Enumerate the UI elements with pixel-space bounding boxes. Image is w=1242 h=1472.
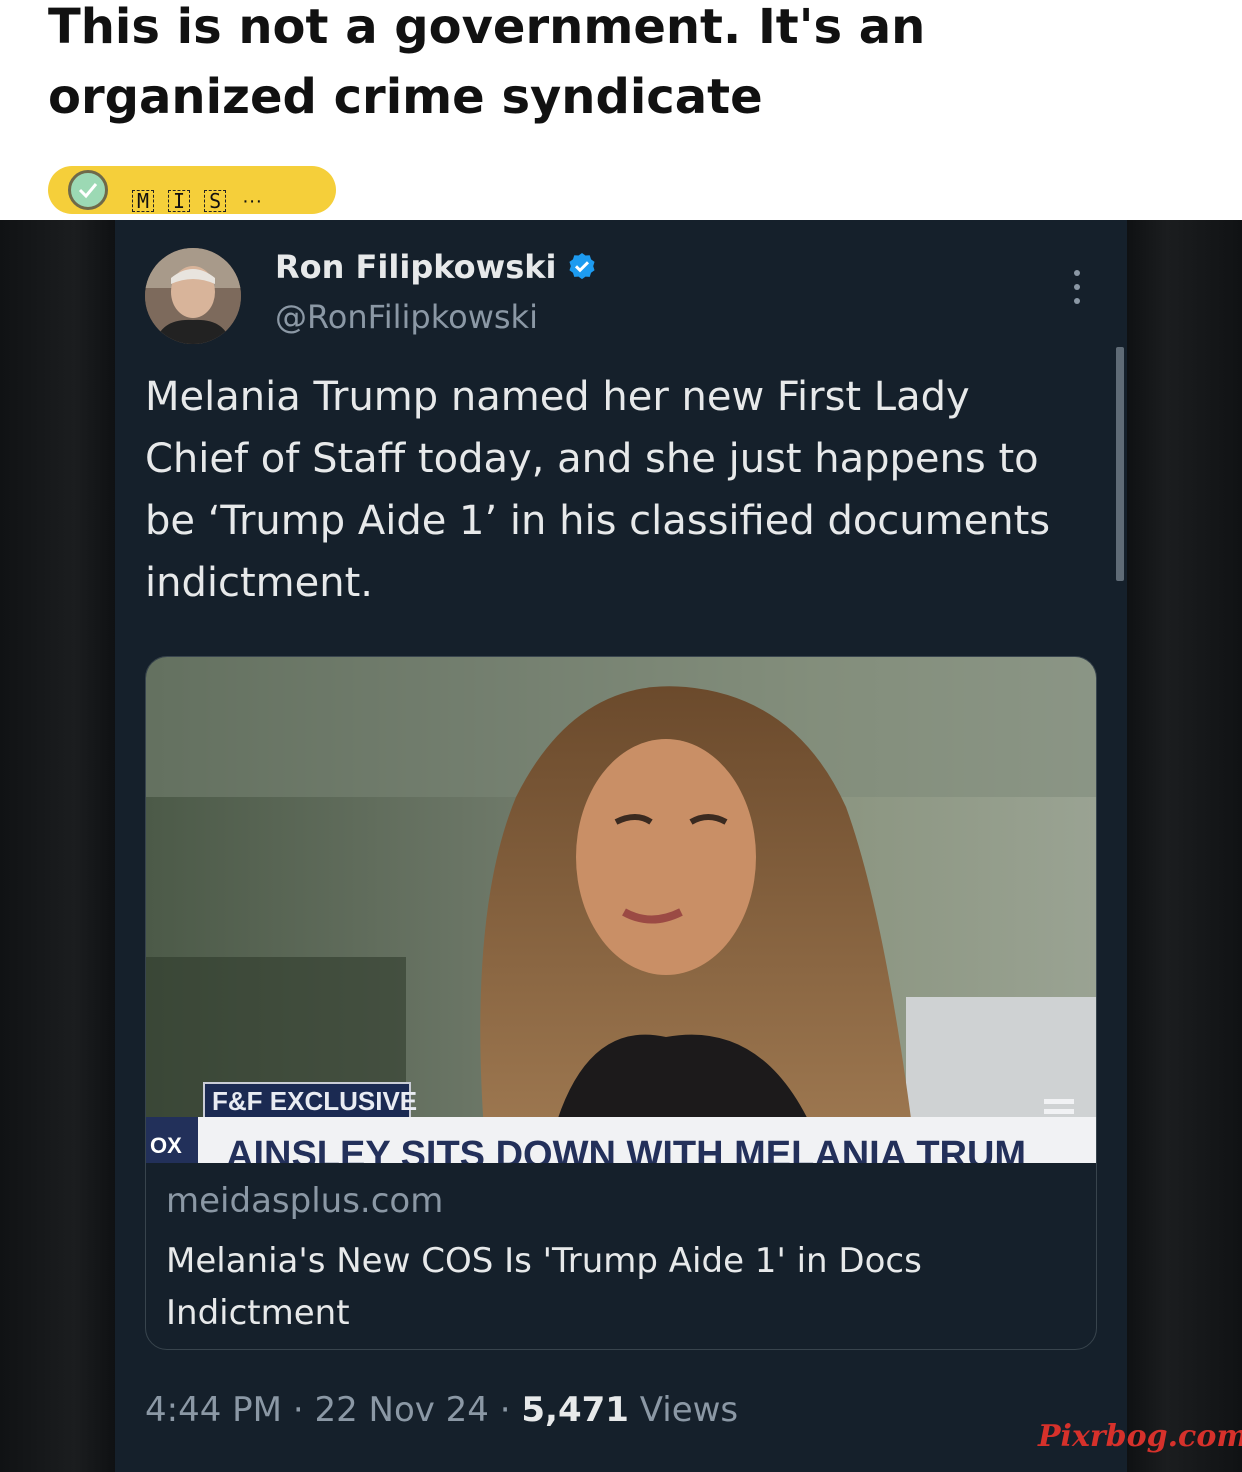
flair-badges: M I S ··· — [132, 190, 262, 212]
tweet-screenshot: Ron Filipkowski @RonFilipkowski Melania … — [0, 220, 1242, 1472]
flair-more-indicator: ··· — [242, 190, 263, 212]
author-name[interactable]: Ron Filipkowski — [275, 248, 598, 286]
post-title[interactable]: This is not a government. It's an organi… — [48, 0, 1198, 132]
watermark: Pixrbog.com — [1038, 1419, 1242, 1454]
flair-badge-i: I — [168, 190, 191, 212]
flair-badge-m: M — [132, 190, 155, 212]
author-name-text: Ron Filipkowski — [275, 248, 557, 286]
meta-separator: · — [292, 1390, 304, 1430]
views-count: 5,471 — [521, 1390, 629, 1430]
tweet-card: Ron Filipkowski @RonFilipkowski Melania … — [115, 220, 1127, 1472]
verified-badge-icon — [569, 253, 596, 280]
banner-tag-text: F&F EXCLUSIVE — [212, 1086, 417, 1116]
network-logo-text: OX — [150, 1133, 182, 1158]
tweet-meta: 4:44 PM · 22 Nov 24 · 5,471 Views — [145, 1390, 738, 1430]
meta-separator: · — [499, 1390, 511, 1430]
link-card[interactable]: F&F EXCLUSIVE OX AINSLEY SITS DOWN WITH … — [145, 656, 1097, 1350]
check-circle-icon — [68, 170, 108, 210]
banner-headline-text: AINSLEY SITS DOWN WITH MELANIA TRUM — [226, 1134, 1026, 1163]
tweet-text: Melania Trump named her new First Lady C… — [145, 374, 1051, 606]
flair-badge-s: S — [204, 190, 227, 212]
link-domain: meidasplus.com — [166, 1181, 444, 1221]
link-title: Melania's New COS Is 'Trump Aide 1' in D… — [166, 1241, 922, 1333]
views-label: Views — [639, 1390, 739, 1430]
avatar[interactable] — [145, 248, 241, 344]
author-handle[interactable]: @RonFilipkowski — [275, 298, 538, 336]
scrollbar-thumb[interactable] — [1116, 347, 1124, 581]
tweet-date[interactable]: 22 Nov 24 — [314, 1390, 489, 1430]
tweet-time[interactable]: 4:44 PM — [145, 1390, 282, 1430]
more-options-icon[interactable] — [1070, 270, 1084, 304]
article-photo: F&F EXCLUSIVE OX AINSLEY SITS DOWN WITH … — [146, 657, 1096, 1163]
user-flair[interactable]: M I S ··· — [48, 166, 336, 214]
